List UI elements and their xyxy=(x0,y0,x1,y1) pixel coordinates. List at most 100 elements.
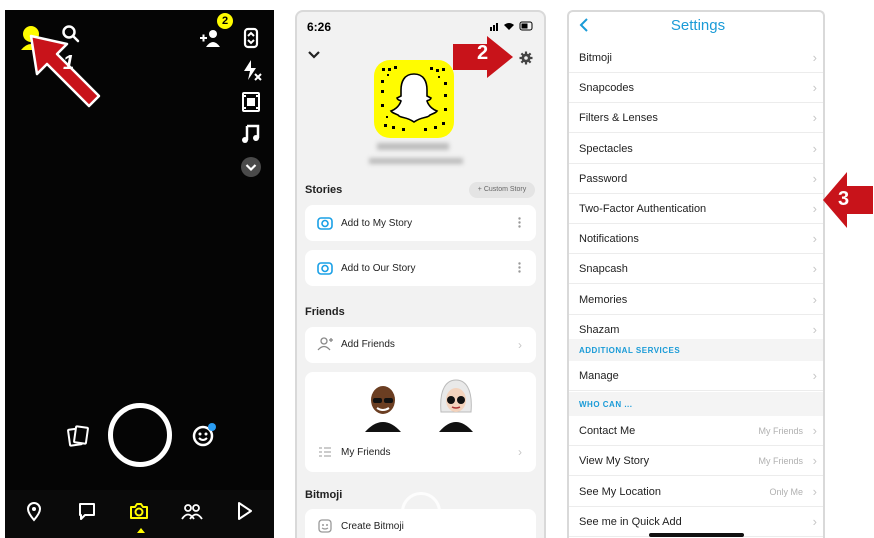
who-can-row-value: Only Me xyxy=(769,486,803,497)
lens-icon[interactable] xyxy=(191,422,217,448)
profile-screen: 6:26 2 Stories + Custom Story Add to My … xyxy=(295,10,546,538)
add-to-my-story-row[interactable]: Add to My Story xyxy=(305,205,536,241)
chat-icon[interactable] xyxy=(76,500,98,522)
step-2-label: 2 xyxy=(477,42,489,64)
settings-row-label: Snapcash xyxy=(579,263,628,276)
bottom-nav xyxy=(5,490,274,538)
settings-screen: Settings Bitmoji › Snapcodes › Filters & Len… xyxy=(567,10,825,538)
who-can-row-label: See My Location xyxy=(579,485,661,498)
bitmoji-avatar-icon xyxy=(365,386,401,432)
chevron-right-icon: › xyxy=(812,140,817,156)
settings-row-label: Bitmoji xyxy=(579,52,613,64)
settings-row[interactable]: Filters & Lenses › xyxy=(569,103,823,134)
settings-row[interactable]: Spectacles › xyxy=(569,134,823,164)
camera-icon[interactable] xyxy=(128,500,150,522)
status-time: 6:26 xyxy=(307,20,332,34)
chevron-right-icon: › xyxy=(812,261,817,277)
chevron-right-icon: › xyxy=(812,80,817,96)
settings-row[interactable]: Notifications › xyxy=(569,224,823,255)
chevron-right-icon: › xyxy=(812,170,817,186)
bitmoji-title: Bitmoji xyxy=(305,489,343,501)
list-icon xyxy=(319,447,331,457)
memories-icon[interactable] xyxy=(66,424,90,448)
chevron-right-icon: › xyxy=(812,483,817,499)
more-options-icon[interactable] xyxy=(518,262,521,273)
custom-story-label: + Custom Story xyxy=(477,186,527,193)
friends-title: Friends xyxy=(305,306,345,318)
who-can-row-label: Contact Me xyxy=(579,425,636,437)
who-can-header: WHO CAN ... xyxy=(569,392,823,416)
bitmoji-avatar-icon xyxy=(439,379,473,432)
settings-row-manage[interactable]: Manage › xyxy=(569,361,823,391)
chevron-right-icon: › xyxy=(812,368,817,383)
camera-screen: 2 1 xyxy=(5,10,274,538)
who-can-label: WHO CAN ... xyxy=(579,400,633,409)
settings-row-label: Snapcodes xyxy=(579,82,635,95)
who-can-row-label: View My Story xyxy=(579,455,650,468)
who-can-row[interactable]: See My Location Only Me › xyxy=(569,477,823,507)
who-can-row[interactable]: Contact Me My Friends › xyxy=(569,416,823,446)
chevron-right-icon: › xyxy=(812,50,817,65)
add-friends-row[interactable]: Add Friends › xyxy=(305,327,536,363)
step-3-label: 3 xyxy=(838,188,850,210)
chevron-right-icon: › xyxy=(812,321,817,337)
settings-row[interactable]: Bitmoji › xyxy=(569,43,823,73)
chevron-right-icon: › xyxy=(812,231,817,247)
more-options-icon[interactable] xyxy=(518,217,521,228)
blurred-name xyxy=(377,143,449,150)
stories-title: Stories xyxy=(305,184,343,196)
settings-row[interactable]: Snapcodes › xyxy=(569,73,823,104)
music-icon[interactable] xyxy=(239,122,263,146)
manage-label: Manage xyxy=(579,370,619,382)
settings-row[interactable]: Password › xyxy=(569,164,823,194)
settings-row-label: Shazam xyxy=(579,323,620,336)
chevron-right-icon: › xyxy=(812,423,817,438)
bitmoji-icon xyxy=(318,519,332,533)
chevron-right-icon: › xyxy=(812,514,817,530)
who-can-row-value: My Friends xyxy=(758,426,803,436)
capture-button[interactable] xyxy=(108,403,172,467)
flash-icon[interactable] xyxy=(239,58,263,82)
settings-row[interactable]: Two-Factor Authentication › xyxy=(569,194,823,224)
collapse-chevron-icon[interactable] xyxy=(307,50,321,60)
map-icon[interactable] xyxy=(23,500,45,522)
add-to-our-story-label: Add to Our Story xyxy=(341,263,416,274)
chevron-right-icon: › xyxy=(812,453,817,469)
add-friend-icon[interactable] xyxy=(199,28,221,48)
chevron-right-icon: › xyxy=(518,445,522,459)
friends-icon[interactable] xyxy=(181,500,203,522)
add-to-my-story-label: Add to My Story xyxy=(341,218,413,229)
ghost-icon xyxy=(381,66,447,131)
who-can-row[interactable]: View My Story My Friends › xyxy=(569,446,823,477)
home-indicator xyxy=(649,533,744,537)
gear-icon[interactable] xyxy=(519,51,533,65)
add-friend-icon xyxy=(317,337,333,351)
page-title: Settings xyxy=(670,17,726,34)
more-icon[interactable] xyxy=(239,155,263,179)
my-friends-label: My Friends xyxy=(341,447,391,458)
additional-services-header: ADDITIONAL SERVICES xyxy=(569,339,823,361)
who-can-row-label: See me in Quick Add xyxy=(579,516,682,529)
custom-story-button[interactable]: + Custom Story xyxy=(469,182,535,198)
settings-row-label: Password xyxy=(579,172,628,185)
status-icons xyxy=(490,21,533,31)
add-friends-label: Add Friends xyxy=(341,339,395,350)
blurred-username xyxy=(369,158,463,164)
my-friends-card[interactable]: My Friends › xyxy=(305,372,536,472)
flip-camera-icon[interactable] xyxy=(239,26,263,50)
chevron-right-icon: › xyxy=(812,110,817,126)
video-icon[interactable] xyxy=(239,90,263,114)
create-bitmoji-label: Create Bitmoji xyxy=(341,521,404,532)
discover-icon[interactable] xyxy=(233,500,255,522)
chevron-right-icon: › xyxy=(518,338,522,352)
settings-row[interactable]: Memories › xyxy=(569,285,823,315)
capture-button-overlay xyxy=(401,492,441,532)
chevron-right-icon: › xyxy=(812,201,817,216)
settings-row-label: Filters & Lenses xyxy=(579,112,658,125)
settings-row[interactable]: Snapcash › xyxy=(569,254,823,285)
snapcode[interactable] xyxy=(374,60,454,138)
who-can-row-value: My Friends xyxy=(758,456,803,467)
settings-row-label: Notifications xyxy=(579,233,639,246)
add-to-our-story-row[interactable]: Add to Our Story xyxy=(305,250,536,286)
chevron-right-icon: › xyxy=(812,291,817,307)
